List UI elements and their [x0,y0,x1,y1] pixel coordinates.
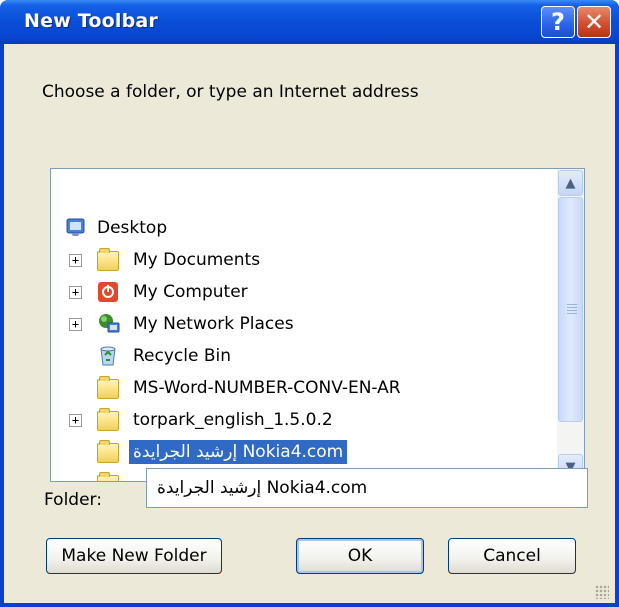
expand-icon[interactable]: + [69,414,82,427]
tree-item-label: MS-Word-NUMBER-CONV-EN-AR [133,378,401,398]
tree-item-label: Recycle Bin [133,346,232,366]
tree-item-recycle-bin[interactable]: Recycle Bin [51,341,557,371]
dialog-body: Choose a folder, or type an Internet add… [4,44,615,603]
tree-scrollbar[interactable]: ▲ ▼ [557,169,584,481]
close-icon: ✕ [583,8,605,36]
folder-icon [97,376,119,399]
resize-grip-icon[interactable] [595,585,609,599]
ok-button[interactable]: OK [296,538,424,574]
tree-item-label: Desktop [97,218,168,238]
tree-item-torpark[interactable]: + torpark_english_1.5.0.2 [51,405,557,435]
tree-item-ms-word-number-conv[interactable]: MS-Word-NUMBER-CONV-EN-AR [51,373,557,403]
network-places-icon [97,312,120,333]
computer-icon [97,281,119,302]
prompt-text: Choose a folder, or type an Internet add… [42,82,419,102]
tree-item-my-computer[interactable]: + My Computer [51,277,557,307]
cancel-label: Cancel [483,546,541,566]
grip-icon [567,304,577,314]
help-button[interactable]: ? [541,6,575,38]
tree-item-label: torpark_english_1.5.0.2 [133,410,333,430]
cancel-button[interactable]: Cancel [448,538,576,574]
scroll-up-button[interactable]: ▲ [558,170,583,196]
close-button[interactable]: ✕ [577,6,611,38]
make-new-folder-button[interactable]: Make New Folder [46,538,222,574]
tree-item-desktop[interactable]: Desktop [51,213,557,243]
tree-item-label: My Documents [133,250,261,270]
folder-icon [97,248,119,271]
folder-tree-content: Desktop + My Documents + My Computer + M… [51,169,557,481]
expand-icon[interactable]: + [69,286,82,299]
folder-input[interactable] [146,468,588,508]
title-bar[interactable]: New Toolbar ? ✕ [0,0,619,44]
folder-icon [97,440,119,463]
tree-item-label-selected: إرشيد الجرايدة Nokia4.com [129,440,348,464]
folder-label: Folder: [44,490,102,510]
dialog-title: New Toolbar [24,10,159,32]
folder-icon [97,472,119,481]
recycle-bin-icon [97,343,119,366]
ok-label: OK [347,546,373,566]
tree-item-label: My Network Places [133,314,294,334]
tree-item-label: My Computer [133,282,248,302]
tree-item-nokia4-selected[interactable]: إرشيد الجرايدة Nokia4.com [51,437,557,467]
scroll-thumb[interactable] [558,197,583,422]
tree-item-my-documents[interactable]: + My Documents [51,245,557,275]
expand-icon[interactable]: + [69,254,82,267]
help-icon: ? [551,8,565,36]
folder-icon [97,408,119,431]
expand-icon[interactable]: + [69,318,82,331]
desktop-icon [65,216,87,236]
dialog-window: New Toolbar ? ✕ Choose a folder, or type… [0,0,619,607]
chevron-up-icon: ▲ [565,175,576,191]
tree-item-my-network-places[interactable]: + My Network Places [51,309,557,339]
folder-tree[interactable]: Desktop + My Documents + My Computer + M… [50,168,585,482]
make-new-folder-label: Make New Folder [61,546,207,566]
